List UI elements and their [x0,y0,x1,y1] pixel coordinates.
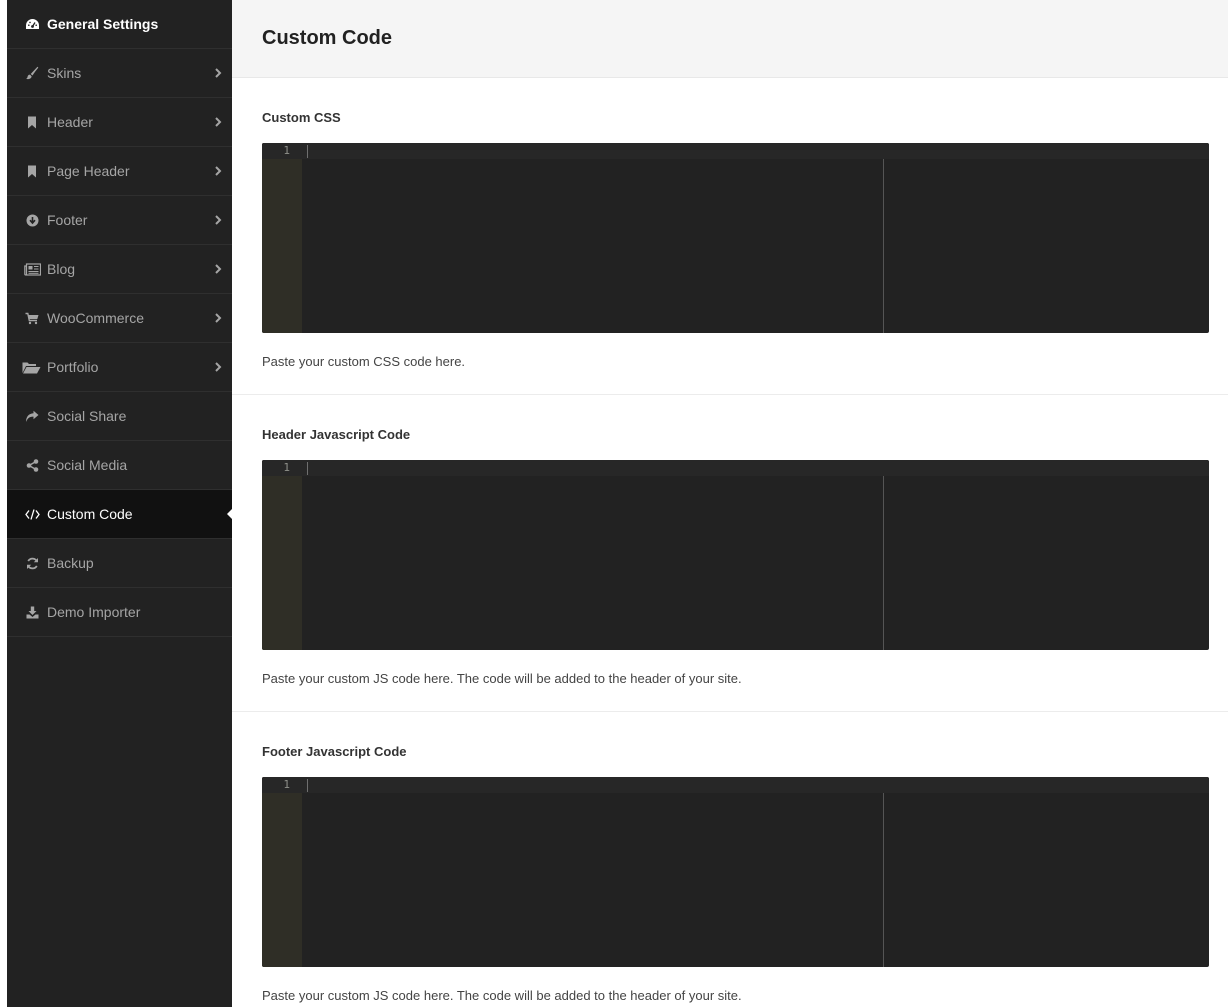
sidebar-item-page-header[interactable]: Page Header [7,147,232,196]
sidebar-item-label: Custom Code [47,506,133,522]
sidebar-item-blog[interactable]: Blog [7,245,232,294]
shopping-cart-icon [23,309,41,327]
refresh-icon [23,554,41,572]
bookmark-icon [23,113,41,131]
gutter-active-line: 1 [262,143,302,159]
sidebar-item-general-settings[interactable]: General Settings [7,0,232,49]
window-edge [0,0,7,1007]
sidebar-item-label: WooCommerce [47,310,144,326]
sidebar-item-header[interactable]: Header [7,98,232,147]
newspaper-icon [23,260,41,278]
editor-active-line [302,143,1209,159]
sidebar-item-backup[interactable]: Backup [7,539,232,588]
sidebar-item-label: Blog [47,261,76,277]
footer-js-section: Footer Javascript Code 1 Paste your cust… [232,712,1228,1007]
editor-active-line [302,777,1209,793]
line-number: 1 [283,144,290,157]
editor-gutter: 1 [262,460,302,650]
footer-js-editor[interactable]: 1 [262,777,1209,967]
editor-active-line [302,460,1209,476]
main-panel: Custom Code Custom CSS 1 Paste your cust… [232,0,1228,1007]
chevron-right-icon [215,264,222,274]
page-header: Custom Code [232,0,1228,78]
sidebar-item-skins[interactable]: Skins [7,49,232,98]
text-cursor [307,462,308,475]
gutter-active-line: 1 [262,460,302,476]
folder-open-icon [21,358,41,376]
text-cursor [307,779,308,792]
sidebar-item-label: Social Media [47,457,128,473]
editor-gutter: 1 [262,777,302,967]
sidebar-item-label: General Settings [47,16,159,32]
section-title: Custom CSS [262,110,341,125]
sidebar-item-label: Portfolio [47,359,99,375]
code-icon [23,505,41,523]
field-description: Paste your custom CSS code here. [262,354,466,369]
sidebar-item-demo-importer[interactable]: Demo Importer [7,588,232,637]
bookmark-icon [23,162,41,180]
sidebar-item-label: Footer [47,212,88,228]
sidebar-item-label: Page Header [47,163,130,179]
sidebar-item-label: Social Share [47,408,127,424]
field-description: Paste your custom JS code here. The code… [262,671,742,686]
arrow-circle-down-icon [23,211,41,229]
editor-gutter: 1 [262,143,302,333]
chevron-right-icon [215,117,222,127]
line-number: 1 [283,778,290,791]
field-description: Paste your custom JS code here. The code… [262,988,742,1003]
gutter-active-line: 1 [262,777,302,793]
sidebar-item-social-media[interactable]: Social Media [7,441,232,490]
sidebar-item-footer[interactable]: Footer [7,196,232,245]
sidebar-item-custom-code[interactable]: Custom Code [7,490,232,539]
custom-css-section: Custom CSS 1 Paste your custom CSS code … [232,78,1228,395]
header-js-section: Header Javascript Code 1 Paste your cust… [232,395,1228,712]
print-margin [883,793,884,967]
sidebar-item-label: Backup [47,555,94,571]
print-margin [883,159,884,333]
chevron-right-icon [215,313,222,323]
chevron-right-icon [215,362,222,372]
sidebar-item-label: Skins [47,65,82,81]
page-title: Custom Code [262,27,392,49]
custom-css-editor[interactable]: 1 [262,143,1209,333]
section-title: Header Javascript Code [262,427,411,442]
sidebar-item-woocommerce[interactable]: WooCommerce [7,294,232,343]
print-margin [883,476,884,650]
section-title: Footer Javascript Code [262,744,407,759]
download-icon [23,603,41,621]
share-icon [23,407,41,425]
line-number: 1 [283,461,290,474]
sidebar-item-portfolio[interactable]: Portfolio [7,343,232,392]
sidebar-item-label: Header [47,114,93,130]
share-alt-icon [23,456,41,474]
dashboard-icon [23,15,41,33]
sidebar-item-label: Demo Importer [47,604,141,620]
theme-options-app: General Settings Skins Header Page Heade… [0,0,1228,1007]
text-cursor [307,145,308,158]
chevron-right-icon [215,166,222,176]
chevron-right-icon [215,215,222,225]
sidebar-item-social-share[interactable]: Social Share [7,392,232,441]
sidebar: General Settings Skins Header Page Heade… [7,0,232,1007]
header-js-editor[interactable]: 1 [262,460,1209,650]
paintbrush-icon [23,64,41,82]
chevron-right-icon [215,68,222,78]
